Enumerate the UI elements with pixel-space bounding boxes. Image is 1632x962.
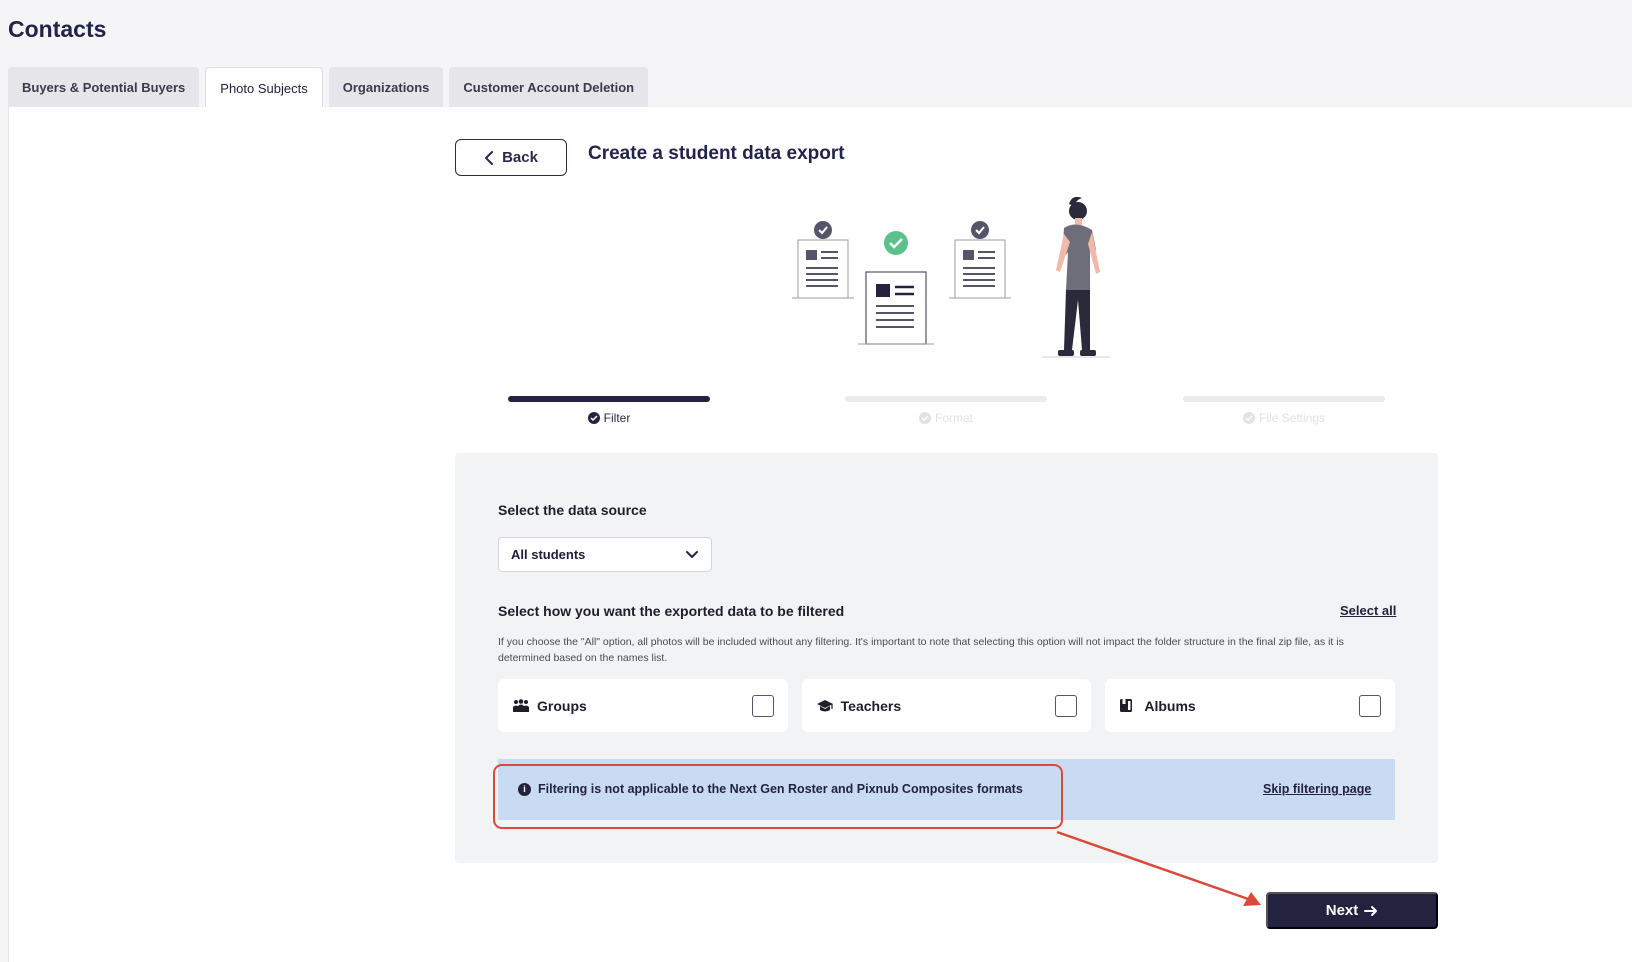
check-circle-icon xyxy=(1242,412,1255,424)
data-source-label: Select the data source xyxy=(498,502,647,518)
tab-organizations[interactable]: Organizations xyxy=(328,67,444,107)
back-button-label: Back xyxy=(502,149,538,166)
select-all-link[interactable]: Select all xyxy=(1340,603,1396,618)
filter-option-teachers[interactable]: Teachers xyxy=(801,679,1092,732)
filter-label: Select how you want the exported data to… xyxy=(498,603,845,619)
tab-photo-subjects[interactable]: Photo Subjects xyxy=(205,67,323,108)
step-label-file-settings: File Settings xyxy=(1258,411,1326,425)
chevron-down-icon xyxy=(686,551,698,558)
filter-option-albums[interactable]: Albums xyxy=(1105,679,1396,732)
export-title: Create a student data export xyxy=(588,143,845,164)
person-figure-icon xyxy=(1042,196,1110,358)
step-bar-format xyxy=(845,396,1047,402)
step-label-filter: Filter xyxy=(603,411,631,425)
filter-description: If you choose the "All" option, all phot… xyxy=(498,636,1344,664)
step-filter: Filter xyxy=(508,396,710,425)
groups-icon xyxy=(512,698,530,714)
document-right-icon xyxy=(949,221,1011,299)
filter-option-groups[interactable]: Groups xyxy=(498,679,788,732)
tab-customer-account-deletion[interactable]: Customer Account Deletion xyxy=(449,67,649,107)
annotation-arrow xyxy=(1056,830,1261,906)
filter-option-groups-checkbox[interactable] xyxy=(751,695,774,717)
arrow-right-icon xyxy=(1364,905,1378,916)
document-center-icon xyxy=(858,231,934,345)
filter-option-teachers-label: Teachers xyxy=(840,697,902,714)
data-source-select[interactable]: All students xyxy=(498,537,712,572)
annotation-highlight-box xyxy=(493,764,1063,829)
document-left-icon xyxy=(792,221,854,299)
step-label-format: Format xyxy=(934,411,973,425)
step-file-settings: File Settings xyxy=(1183,396,1385,425)
page-title: Contacts xyxy=(8,16,107,42)
filter-option-teachers-checkbox[interactable] xyxy=(1055,695,1078,717)
next-button-label: Next xyxy=(1325,902,1359,919)
filter-options: Groups Teachers Albums xyxy=(498,679,1396,732)
step-format: Format xyxy=(845,396,1047,425)
check-circle-icon xyxy=(918,412,931,424)
export-illustration xyxy=(792,196,1110,358)
album-icon xyxy=(1119,698,1137,714)
next-button[interactable]: Next xyxy=(1266,892,1438,929)
skip-filtering-link[interactable]: Skip filtering page xyxy=(1263,782,1371,796)
tab-buyers[interactable]: Buyers & Potential Buyers xyxy=(8,67,200,107)
graduation-cap-icon xyxy=(816,698,834,714)
filter-option-albums-checkbox[interactable] xyxy=(1359,695,1382,717)
back-button[interactable]: Back xyxy=(455,139,567,176)
step-indicator: Filter Format File Settings xyxy=(508,396,1385,426)
check-circle-icon xyxy=(587,412,600,424)
step-bar-file-settings xyxy=(1183,396,1385,402)
filter-option-albums-label: Albums xyxy=(1144,697,1196,714)
chevron-left-icon xyxy=(485,150,494,165)
step-bar-filter xyxy=(508,396,710,402)
filter-option-groups-label: Groups xyxy=(537,697,587,714)
contacts-tabs: Buyers & Potential Buyers Photo Subjects… xyxy=(8,67,649,108)
data-source-value: All students xyxy=(511,547,586,562)
